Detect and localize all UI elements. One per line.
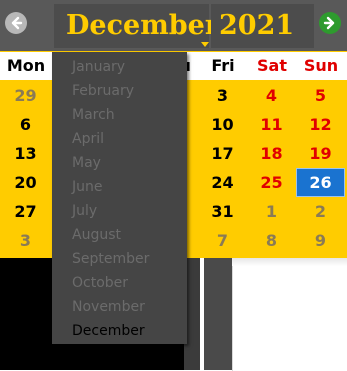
weekday-fri: Fri (211, 56, 235, 75)
month-option-august[interactable]: August (72, 223, 182, 247)
weekday-sat: Sat (257, 56, 287, 75)
day-cell[interactable]: 29 (1, 81, 50, 110)
month-option-may[interactable]: May (72, 151, 182, 175)
next-month-button[interactable] (319, 12, 341, 34)
month-label: December (66, 10, 220, 41)
month-dropdown: January February March April May June July Augu… (52, 52, 187, 344)
month-option-january[interactable]: January (72, 55, 182, 79)
day-cell[interactable]: 3 (1, 226, 50, 255)
arrow-left-icon (11, 16, 23, 30)
day-cell[interactable]: 27 (1, 197, 50, 226)
year-label: 2021 (219, 10, 295, 41)
month-option-june[interactable]: June (72, 175, 182, 199)
day-cell[interactable]: 25 (247, 168, 296, 197)
day-cell[interactable]: 2 (296, 197, 345, 226)
day-cell[interactable]: 20 (1, 168, 50, 197)
chevron-down-icon (201, 42, 209, 47)
month-option-february[interactable]: February (72, 79, 182, 103)
background-shadow (232, 258, 347, 266)
day-cell[interactable]: 8 (247, 226, 296, 255)
day-cell[interactable]: 7 (198, 226, 247, 255)
day-cell[interactable]: 4 (247, 81, 296, 110)
day-cell[interactable]: 31 (198, 197, 247, 226)
day-cell[interactable]: 11 (247, 110, 296, 139)
month-option-july[interactable]: July (72, 199, 182, 223)
day-cell[interactable]: 19 (296, 139, 345, 168)
day-cell[interactable]: 12 (296, 110, 345, 139)
day-cell[interactable]: 6 (1, 110, 50, 139)
day-cell[interactable]: 26 (296, 168, 345, 197)
weekday-mon: Mon (6, 56, 46, 75)
day-cell[interactable]: 17 (198, 139, 247, 168)
prev-month-button[interactable] (5, 12, 27, 34)
month-option-december[interactable]: December (72, 319, 182, 343)
weekday-sun: Sun (303, 56, 339, 75)
day-cell[interactable]: 9 (296, 226, 345, 255)
day-cell[interactable]: 24 (198, 168, 247, 197)
year-select[interactable]: 2021 (211, 4, 314, 48)
month-option-april[interactable]: April (72, 127, 182, 151)
month-option-march[interactable]: March (72, 103, 182, 127)
month-option-october[interactable]: October (72, 271, 182, 295)
day-cell[interactable]: 3 (198, 81, 247, 110)
month-option-november[interactable]: November (72, 295, 182, 319)
calendar-header: December 2021 (0, 0, 347, 51)
day-cell[interactable]: 10 (198, 110, 247, 139)
arrow-right-icon (323, 16, 335, 30)
background-page (232, 258, 347, 371)
month-option-september[interactable]: September (72, 247, 182, 271)
day-cell[interactable]: 1 (247, 197, 296, 226)
day-cell[interactable]: 18 (247, 139, 296, 168)
day-cell[interactable]: 5 (296, 81, 345, 110)
day-cell[interactable]: 13 (1, 139, 50, 168)
month-select[interactable]: December (54, 4, 219, 48)
